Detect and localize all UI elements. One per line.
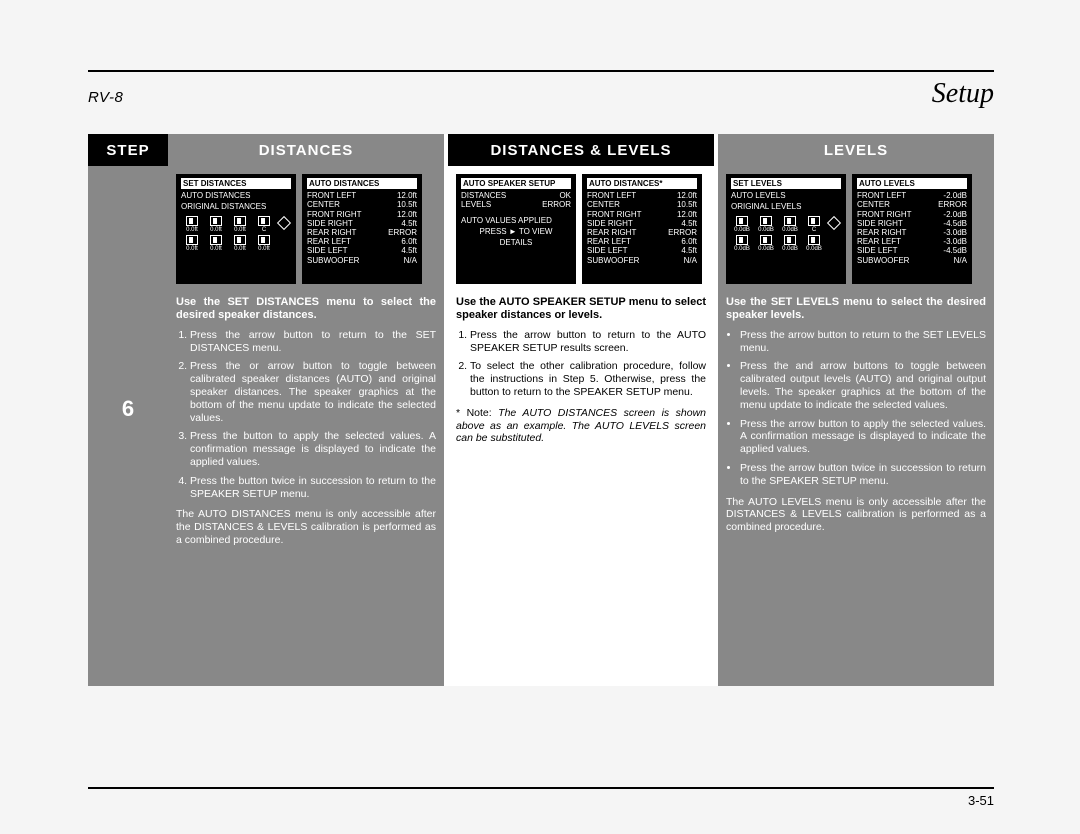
osd-row: SET DISTANCES AUTO DISTANCES ORIGINAL DI… — [176, 174, 436, 284]
step-item: Press the arrow button twice in successi… — [740, 462, 986, 488]
osd-line: ORIGINAL DISTANCES — [181, 202, 291, 211]
levels-column: SET LEVELS AUTO LEVELS ORIGINAL LEVELS 0… — [718, 166, 994, 686]
osd-line: AUTO DISTANCES — [181, 191, 291, 200]
osd-auto-speaker-setup: AUTO SPEAKER SETUP DISTANCESOKLEVELSERRO… — [456, 174, 576, 284]
osd-set-distances: SET DISTANCES AUTO DISTANCES ORIGINAL DI… — [176, 174, 296, 284]
step-item: Press the button twice in succession to … — [190, 475, 436, 501]
osd-bar: SET DISTANCES — [181, 178, 291, 189]
instruction-heading: Use the SET DISTANCES menu to select the… — [176, 296, 436, 323]
step-item: Press the arrow button to return to the … — [740, 329, 986, 355]
step-item: Press the and arrow buttons to toggle be… — [740, 360, 986, 411]
osd-row: SET LEVELS AUTO LEVELS ORIGINAL LEVELS 0… — [726, 174, 986, 284]
osd-line: AUTO LEVELS — [731, 191, 841, 200]
osd-line: PRESS ► TO VIEW — [461, 227, 571, 236]
instruction-steps: Press the arrow button to return to the … — [456, 329, 706, 399]
osd-bar: AUTO DISTANCES* — [587, 178, 697, 189]
osd-line: DETAILS — [461, 238, 571, 247]
step-table: STEP DISTANCES DISTANCES & LEVELS LEVELS… — [88, 134, 994, 686]
osd-bar: AUTO DISTANCES — [307, 178, 417, 189]
page: RV-8 Setup STEP DISTANCES DISTANCES & LE… — [88, 70, 994, 686]
step-item: Press the arrow button to apply the sele… — [740, 418, 986, 456]
step-number: 6 — [88, 166, 168, 686]
osd-auto-distances: AUTO DISTANCES FRONT LEFT12.0ftCENTER10.… — [302, 174, 422, 284]
table-head-row: STEP DISTANCES DISTANCES & LEVELS LEVELS — [88, 134, 994, 166]
instruction-steps: Press the arrow button to return to the … — [176, 329, 436, 501]
osd-table: FRONT LEFT12.0ftCENTER10.5ftFRONT RIGHT1… — [307, 191, 417, 265]
osd-bar: SET LEVELS — [731, 178, 841, 189]
osd-table: FRONT LEFT-2.0dBCENTERERRORFRONT RIGHT-2… — [857, 191, 967, 265]
instruction-heading: Use the AUTO SPEAKER SETUP menu to selec… — [456, 296, 706, 323]
osd-table: DISTANCESOKLEVELSERROR — [461, 191, 571, 209]
col-levels-head: LEVELS — [718, 134, 994, 166]
footer-rule — [88, 787, 994, 789]
speaker-icons: 0.0dB0.0dB0.0dBC0.0dB0.0dB0.0dB0.0dB — [731, 216, 841, 254]
header-rule — [88, 70, 994, 72]
osd-set-levels: SET LEVELS AUTO LEVELS ORIGINAL LEVELS 0… — [726, 174, 846, 284]
instruction-steps: Press the arrow button to return to the … — [726, 329, 986, 488]
osd-bar: AUTO SPEAKER SETUP — [461, 178, 571, 189]
col-distances-head: DISTANCES — [168, 134, 444, 166]
step-item: To select the other calibration procedur… — [470, 360, 706, 398]
step-item: Press the button to apply the selected v… — [190, 430, 436, 468]
note-text: The AUTO LEVELS menu is only accessible … — [726, 496, 986, 534]
header-row: RV-8 Setup — [88, 78, 994, 110]
osd-bar: AUTO LEVELS — [857, 178, 967, 189]
note-text: * Note: The AUTO DISTANCES screen is sho… — [456, 407, 706, 445]
model-label: RV-8 — [88, 89, 123, 106]
table-body-row: 6 SET DISTANCES AUTO DISTANCES ORIGINAL … — [88, 166, 994, 686]
osd-line: AUTO VALUES APPLIED — [461, 216, 571, 225]
chapter-title: Setup — [932, 78, 994, 110]
speaker-icons: 0.0ft0.0ft0.0ftC0.0ft0.0ft0.0ft0.0ft — [181, 216, 291, 254]
col-step-head: STEP — [88, 134, 168, 166]
col-dl-head: DISTANCES & LEVELS — [448, 134, 714, 166]
distances-column: SET DISTANCES AUTO DISTANCES ORIGINAL DI… — [168, 166, 444, 686]
page-number: 3-51 — [88, 793, 994, 808]
osd-line: ORIGINAL LEVELS — [731, 202, 841, 211]
note-prefix: * Note: — [456, 407, 492, 419]
instruction-heading: Use the SET LEVELS menu to select the de… — [726, 296, 986, 323]
osd-table: FRONT LEFT12.0ftCENTER10.5ftFRONT RIGHT1… — [587, 191, 697, 265]
note-body: The AUTO DISTANCES screen is shown above… — [456, 407, 706, 445]
step-item: Press the arrow button to return to the … — [190, 329, 436, 355]
dl-column: AUTO SPEAKER SETUP DISTANCESOKLEVELSERRO… — [448, 166, 714, 686]
step-item: Press the or arrow button to toggle betw… — [190, 360, 436, 424]
page-footer: 3-51 — [88, 787, 994, 808]
osd-auto-levels: AUTO LEVELS FRONT LEFT-2.0dBCENTERERRORF… — [852, 174, 972, 284]
note-text: The AUTO DISTANCES menu is only accessib… — [176, 508, 436, 546]
osd-auto-distances-star: AUTO DISTANCES* FRONT LEFT12.0ftCENTER10… — [582, 174, 702, 284]
step-item: Press the arrow button to return to the … — [470, 329, 706, 355]
osd-row: AUTO SPEAKER SETUP DISTANCESOKLEVELSERRO… — [456, 174, 706, 284]
